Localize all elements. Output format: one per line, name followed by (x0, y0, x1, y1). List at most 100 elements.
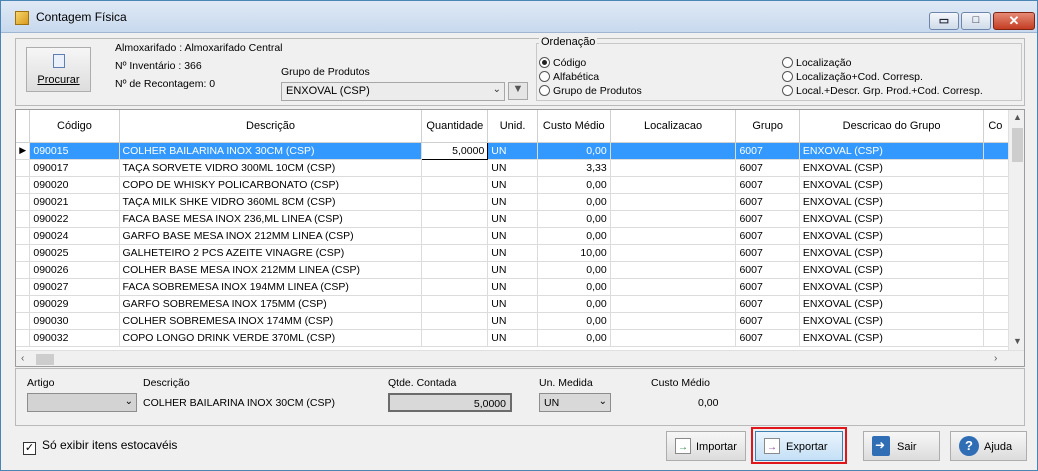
scroll-thumb-horizontal[interactable] (36, 354, 54, 365)
table-cell[interactable]: 090024 (29, 227, 120, 245)
table-cell[interactable]: UN (487, 159, 538, 177)
table-cell[interactable]: ENXOVAL (CSP) (799, 295, 985, 313)
table-cell[interactable]: 090032 (29, 329, 120, 347)
table-cell[interactable]: 090029 (29, 295, 120, 313)
table-cell[interactable] (610, 244, 737, 262)
table-cell[interactable]: TAÇA SORVETE VIDRO 300ML 10CM (CSP) (119, 159, 423, 177)
table-cell[interactable]: 6007 (735, 295, 800, 313)
table-cell[interactable]: UN (487, 193, 538, 211)
table-cell[interactable]: UN (487, 261, 538, 279)
table-cell[interactable]: ENXOVAL (CSP) (799, 261, 985, 279)
table-row[interactable]: 090032 COPO LONGO DRINK VERDE 370ML (CSP)… (16, 329, 1024, 347)
table-row[interactable]: 090022 FACA BASE MESA INOX 236,ML LINEA (… (16, 210, 1024, 228)
table-cell[interactable] (421, 295, 489, 313)
table-cell[interactable]: UN (487, 142, 538, 160)
table-cell[interactable]: 10,00 (537, 244, 611, 262)
scroll-thumb[interactable] (1012, 128, 1023, 162)
table-cell[interactable]: 6007 (735, 244, 800, 262)
scroll-left-icon[interactable]: ‹ (21, 353, 24, 364)
table-cell[interactable]: 0,00 (537, 329, 611, 347)
table-cell[interactable]: 0,00 (537, 176, 611, 194)
table-cell[interactable]: COLHER BASE MESA INOX 212MM LINEA (CSP) (119, 261, 423, 279)
column-header[interactable]: Unid. (487, 110, 538, 143)
table-cell[interactable]: FACA SOBREMESA INOX 194MM LINEA (CSP) (119, 278, 423, 296)
table-row[interactable]: 090021 TAÇA MILK SHKE VIDRO 360ML 8CM (CS… (16, 193, 1024, 211)
table-cell[interactable]: 090026 (29, 261, 120, 279)
radio-grupo-produtos[interactable]: Grupo de Produtos (539, 85, 642, 97)
table-row[interactable]: 090024 GARFO BASE MESA INOX 212MM LINEA (… (16, 227, 1024, 245)
sair-button[interactable]: ➜ Sair (863, 431, 940, 461)
filter-button[interactable]: ▼ (508, 82, 528, 100)
table-cell[interactable]: 3,33 (537, 159, 611, 177)
table-row[interactable]: 090029 GARFO SOBREMESA INOX 175MM (CSP) UN… (16, 295, 1024, 313)
column-header[interactable]: Descricao do Grupo (799, 110, 985, 143)
table-cell[interactable] (421, 312, 489, 330)
row-indicator[interactable]: ▶ (16, 142, 31, 160)
table-cell[interactable]: TAÇA MILK SHKE VIDRO 360ML 8CM (CSP) (119, 193, 423, 211)
table-cell[interactable]: ENXOVAL (CSP) (799, 244, 985, 262)
table-cell[interactable]: 090020 (29, 176, 120, 194)
table-cell[interactable]: GARFO BASE MESA INOX 212MM LINEA (CSP) (119, 227, 423, 245)
column-header[interactable]: Localizacao (610, 110, 737, 143)
table-cell[interactable]: 0,00 (537, 278, 611, 296)
scroll-down-icon[interactable]: ▼ (1009, 336, 1024, 346)
table-cell[interactable]: 0,00 (537, 261, 611, 279)
table-cell[interactable]: 6007 (735, 210, 800, 228)
table-row[interactable]: 090027 FACA SOBREMESA INOX 194MM LINEA (C… (16, 278, 1024, 296)
vertical-scrollbar[interactable]: ▲ ▼ (1008, 110, 1024, 350)
row-indicator[interactable] (16, 210, 31, 228)
table-cell[interactable] (610, 193, 737, 211)
table-cell[interactable]: 6007 (735, 176, 800, 194)
table-cell[interactable]: ENXOVAL (CSP) (799, 176, 985, 194)
row-indicator[interactable] (16, 193, 31, 211)
table-cell[interactable]: 6007 (735, 227, 800, 245)
row-indicator[interactable] (16, 329, 31, 347)
table-cell[interactable]: 6007 (735, 261, 800, 279)
table-cell[interactable]: 0,00 (537, 193, 611, 211)
table-cell[interactable]: ENXOVAL (CSP) (799, 193, 985, 211)
table-cell[interactable] (610, 159, 737, 177)
column-header[interactable]: Grupo (735, 110, 800, 143)
table-cell[interactable]: 6007 (735, 312, 800, 330)
table-cell[interactable] (610, 142, 737, 160)
table-cell[interactable]: ENXOVAL (CSP) (799, 227, 985, 245)
table-cell[interactable]: 6007 (735, 142, 800, 160)
maximize-button[interactable]: □ (961, 12, 991, 30)
table-cell[interactable] (421, 278, 489, 296)
table-cell[interactable]: UN (487, 295, 538, 313)
table-cell[interactable] (610, 176, 737, 194)
table-row[interactable]: 090026 COLHER BASE MESA INOX 212MM LINEA … (16, 261, 1024, 279)
table-cell[interactable] (421, 227, 489, 245)
row-indicator[interactable] (16, 295, 31, 313)
scroll-right-icon[interactable]: › (994, 353, 997, 364)
grupo-produtos-select[interactable]: ENXOVAL (CSP) ⌄ (281, 82, 505, 101)
table-cell[interactable]: UN (487, 329, 538, 347)
table-cell[interactable] (610, 312, 737, 330)
table-cell[interactable]: ENXOVAL (CSP) (799, 210, 985, 228)
artigo-select[interactable]: ⌄ (27, 393, 137, 412)
close-button[interactable]: ✕ (993, 12, 1035, 30)
table-cell[interactable] (610, 227, 737, 245)
table-cell[interactable]: 6007 (735, 159, 800, 177)
table-cell[interactable] (610, 295, 737, 313)
table-cell[interactable]: 0,00 (537, 295, 611, 313)
table-cell[interactable] (610, 210, 737, 228)
row-indicator[interactable] (16, 227, 31, 245)
table-cell[interactable]: UN (487, 227, 538, 245)
table-cell[interactable]: 090015 (29, 142, 120, 160)
estocaveis-checkbox[interactable]: ✓ Só exibir itens estocavéis (23, 438, 177, 455)
radio-localizacao-cod[interactable]: Localização+Cod. Corresp. (782, 71, 923, 83)
scroll-up-icon[interactable]: ▲ (1009, 112, 1024, 122)
table-cell[interactable] (421, 159, 489, 177)
table-cell[interactable] (610, 278, 737, 296)
table-cell[interactable] (421, 193, 489, 211)
table-cell[interactable]: GARFO SOBREMESA INOX 175MM (CSP) (119, 295, 423, 313)
table-cell[interactable]: 6007 (735, 278, 800, 296)
table-row[interactable]: ▶ 090015 COLHER BAILARINA INOX 30CM (CSP) 5… (16, 141, 1024, 160)
table-cell[interactable]: COPO DE WHISKY POLICARBONATO (CSP) (119, 176, 423, 194)
table-cell[interactable]: 5,0000 (421, 141, 489, 160)
table-row[interactable]: 090025 GALHETEIRO 2 PCS AZEITE VINAGRE (C… (16, 244, 1024, 262)
table-cell[interactable]: 090025 (29, 244, 120, 262)
radio-alfabetica[interactable]: Alfabética (539, 71, 599, 83)
table-cell[interactable]: UN (487, 210, 538, 228)
